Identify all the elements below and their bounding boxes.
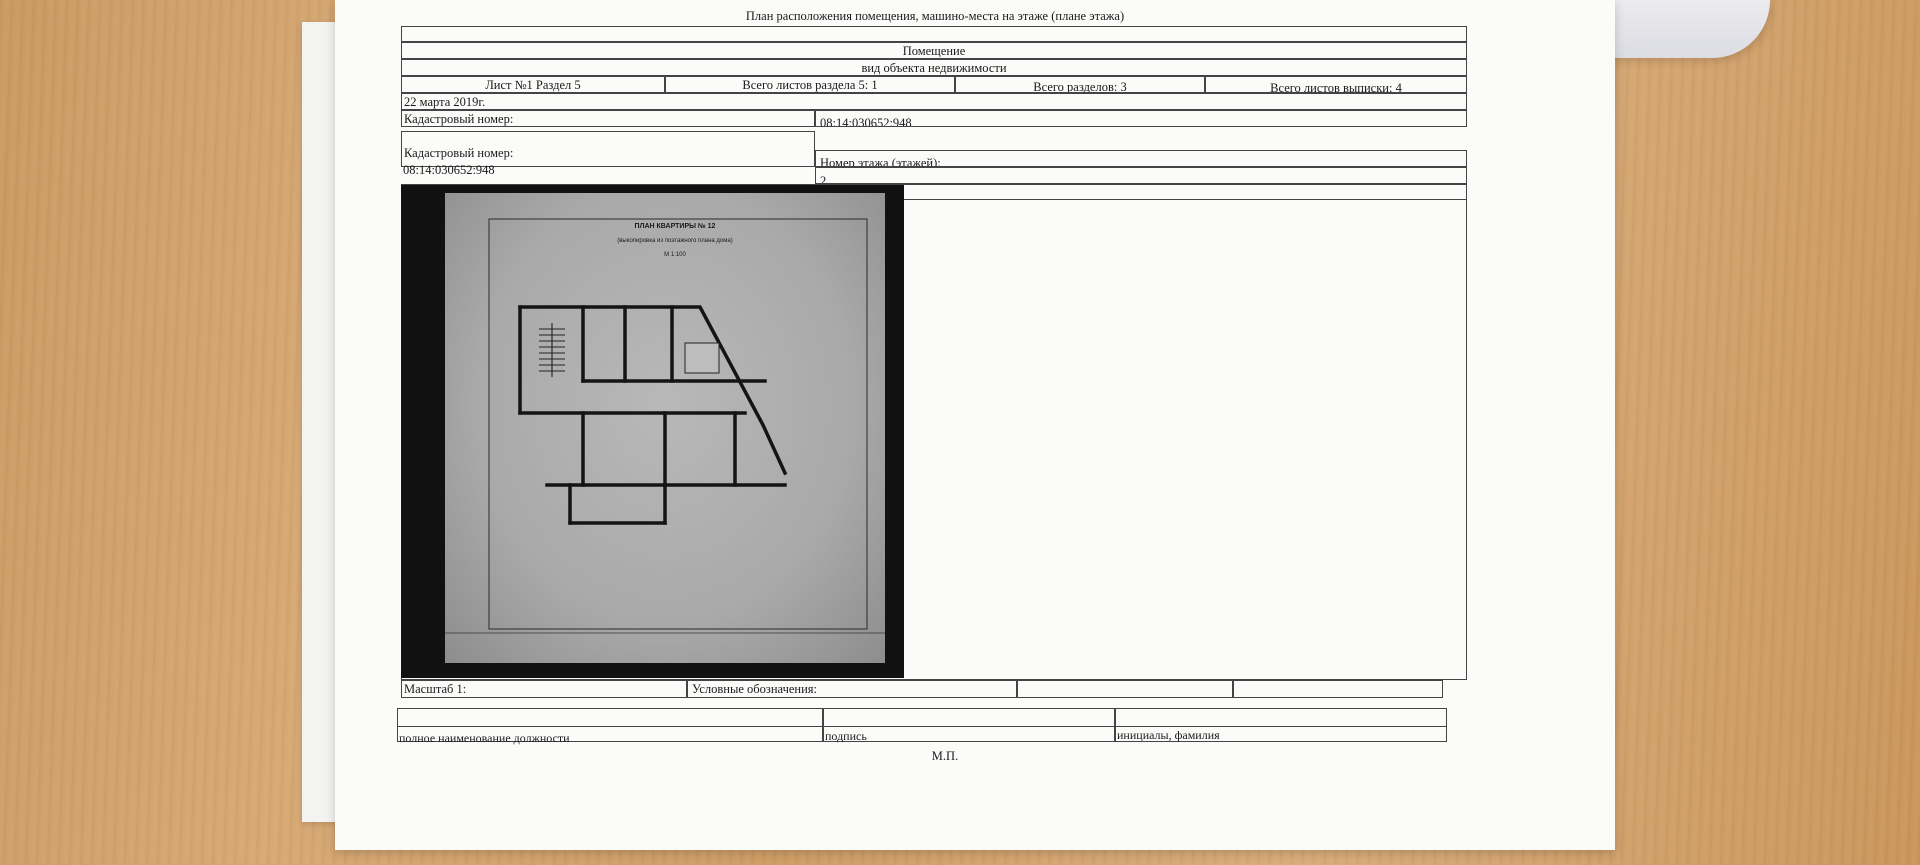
floor-plan-subtitle: (выкопировка из поэтажного плана дома) [617, 238, 733, 244]
cadastral-value-2: 08:14:030652:948 [403, 163, 495, 177]
floor-plan-image: ПЛАН КВАРТИРЫ № 12 (выкопировка из поэта… [401, 185, 904, 678]
legend-label: Условные обозначения: [687, 680, 1017, 698]
floor-plan-scale: М 1:100 [664, 252, 686, 258]
floor-plan-drawing [445, 218, 885, 634]
document-title: План расположения помещения, машино-мест… [745, 9, 1125, 23]
position-caption: полное наименование должности [399, 731, 570, 745]
object-type-caption: вид объекта недвижимости [401, 59, 1467, 76]
extract-sheets-total: Всего листов выписки: 4 [1205, 76, 1467, 93]
floor-value: 2 [815, 167, 1467, 184]
floor-plan-title: ПЛАН КВАРТИРЫ № 12 [634, 223, 716, 230]
legend-cell-2 [1017, 680, 1233, 698]
sections-total: Всего разделов: 3 [955, 76, 1205, 93]
scale-label: Масштаб 1: [401, 680, 687, 698]
title-row-border [401, 26, 1467, 42]
stamp-caption: М.П. [931, 749, 959, 763]
floor-plan-paper: ПЛАН КВАРТИРЫ № 12 (выкопировка из поэта… [445, 193, 885, 663]
extract-date: 22 марта 2019г. [401, 93, 1467, 110]
sheet-section: Лист №1 Раздел 5 [401, 76, 665, 93]
cadastral-value-1: 08:14:030652:948 [815, 110, 1467, 127]
cadastral-label-1: Кадастровый номер: [401, 110, 815, 127]
initials-caption: инициалы, фамилия [1117, 728, 1220, 742]
object-type: Помещение [401, 42, 1467, 59]
signature-caption: подпись [825, 729, 867, 743]
document-page: План расположения помещения, машино-мест… [335, 0, 1615, 850]
sheets-in-section: Всего листов раздела 5: 1 [665, 76, 955, 93]
legend-cell-3 [1233, 680, 1443, 698]
floor-label: Номер этажа (этажей): [815, 150, 1467, 167]
